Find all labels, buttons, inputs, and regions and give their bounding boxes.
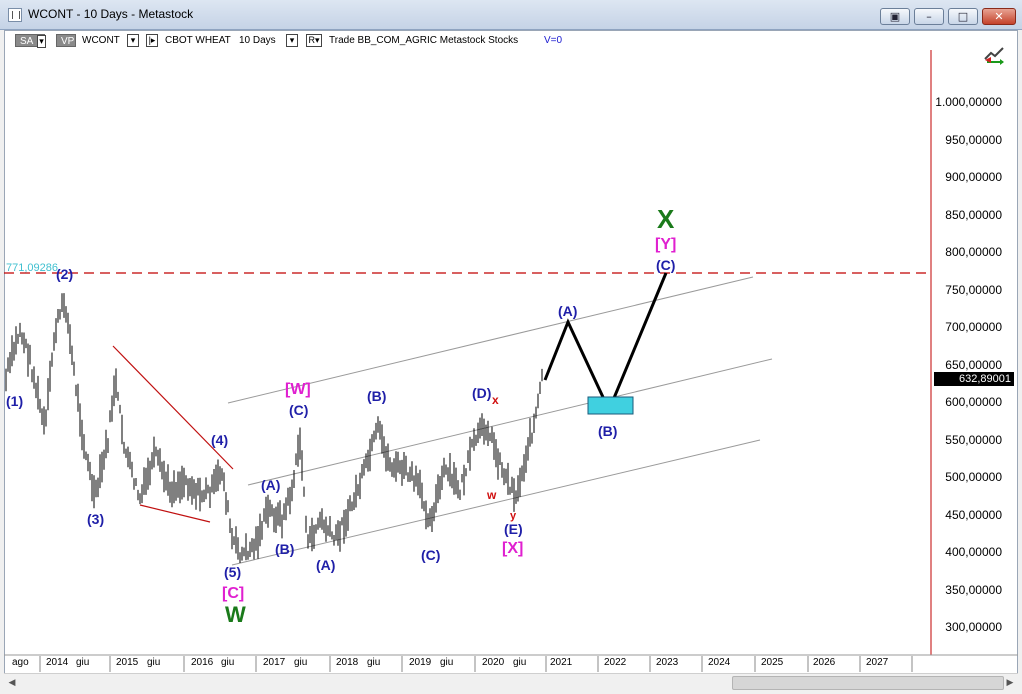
price-channels xyxy=(227,276,773,566)
wave-d-label: (D) xyxy=(472,385,491,401)
time-label: 2026 xyxy=(813,657,836,668)
time-axis: ago 2014 giu 2015 giu 2016 giu 2017 giu … xyxy=(4,656,1018,672)
resistance-line-label: 771,09286 xyxy=(6,262,58,274)
time-label: 2018 xyxy=(336,657,359,668)
wave-2-label: (2) xyxy=(56,266,73,282)
price-label: 500,00000 xyxy=(945,470,1002,484)
wave-c-bracket-label: [C] xyxy=(222,585,244,602)
price-label: 850,00000 xyxy=(945,208,1002,222)
target-zone-box[interactable] xyxy=(587,396,634,415)
wave-a2-label: (A) xyxy=(316,557,335,573)
price-label: 300,00000 xyxy=(945,620,1002,634)
wave-a3-label: (A) xyxy=(558,303,577,319)
scrollbar-thumb[interactable] xyxy=(732,676,1004,690)
price-label: 950,00000 xyxy=(945,133,1002,147)
price-label: 600,00000 xyxy=(945,395,1002,409)
time-label: giu xyxy=(147,657,161,668)
wave-labels: (1) (2) (3) (4) (5) [C] W (A) (B) (A) (C… xyxy=(6,204,676,627)
time-label: 2025 xyxy=(761,657,784,668)
wave-c2-label: (C) xyxy=(421,547,440,563)
time-label: 2017 xyxy=(263,657,286,668)
wave-b1-label: (B) xyxy=(275,541,294,557)
wave-c3-label: (C) xyxy=(656,257,675,273)
time-label: 2019 xyxy=(409,657,432,668)
wave-e-label: (E) xyxy=(504,521,523,537)
wave-y-bracket-label: [Y] xyxy=(655,236,676,253)
price-label: 1.000,00000 xyxy=(935,95,1002,109)
price-label: 650,00000 xyxy=(945,358,1002,372)
wave-5-label: (5) xyxy=(224,564,241,580)
time-label: giu xyxy=(513,657,527,668)
middle-channel-line xyxy=(247,358,773,486)
wave-w-bracket-label: [W] xyxy=(285,381,311,398)
time-label: 2024 xyxy=(708,657,731,668)
price-label: 700,00000 xyxy=(945,320,1002,334)
scroll-right-icon[interactable]: ▶ xyxy=(1004,676,1016,688)
wave-x-bracket-label: [X] xyxy=(502,540,523,557)
wave-x-small-label: x xyxy=(492,393,499,407)
wave-b3-label: (B) xyxy=(598,423,617,439)
wave-b2-label: (B) xyxy=(367,388,386,404)
price-label: 800,00000 xyxy=(945,245,1002,259)
time-label: ago xyxy=(12,657,29,668)
time-label: 2020 xyxy=(482,657,505,668)
wave-3-label: (3) xyxy=(87,511,104,527)
price-label: 400,00000 xyxy=(945,545,1002,559)
scroll-left-icon[interactable]: ◀ xyxy=(6,676,18,688)
wave-x-big-label: X xyxy=(657,204,675,234)
time-label: 2021 xyxy=(550,657,573,668)
price-label: 900,00000 xyxy=(945,170,1002,184)
triangle-upper-line xyxy=(112,345,234,470)
wave-y-small-label: y xyxy=(510,510,517,522)
price-label: 550,00000 xyxy=(945,433,1002,447)
wave-c1-label: (C) xyxy=(289,402,308,418)
time-label: giu xyxy=(440,657,454,668)
time-label: giu xyxy=(294,657,308,668)
wave-a1-label: (A) xyxy=(261,477,280,493)
price-label: 450,00000 xyxy=(945,508,1002,522)
horizontal-scrollbar[interactable]: ◀ ▶ xyxy=(4,673,1018,691)
time-label: 2022 xyxy=(604,657,627,668)
time-label: 2027 xyxy=(866,657,889,668)
time-label: 2015 xyxy=(116,657,139,668)
time-label: 2014 xyxy=(46,657,69,668)
current-price-marker: 632,89001 xyxy=(934,372,1014,386)
time-label: giu xyxy=(367,657,381,668)
wave-w-big-label: W xyxy=(225,602,246,627)
price-label: 750,00000 xyxy=(945,283,1002,297)
price-axis: 1.000,00000 950,00000 900,00000 850,0000… xyxy=(930,36,1020,676)
projection-path xyxy=(543,272,668,414)
time-label: giu xyxy=(221,657,235,668)
time-label: 2023 xyxy=(656,657,679,668)
time-label: giu xyxy=(76,657,90,668)
wave-4-label: (4) xyxy=(211,432,228,448)
wave-1-label: (1) xyxy=(6,393,23,409)
time-label: 2016 xyxy=(191,657,214,668)
price-label: 350,00000 xyxy=(945,583,1002,597)
price-chart[interactable]: (1) (2) (3) (4) (5) [C] W (A) (B) (A) (C… xyxy=(0,0,1022,694)
wave-w-small-label: w xyxy=(486,488,497,502)
